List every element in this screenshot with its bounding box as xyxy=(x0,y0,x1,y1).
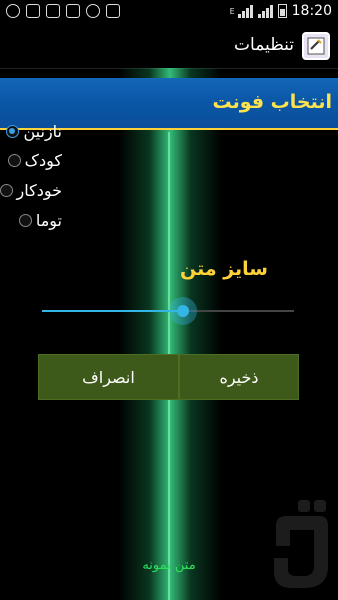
font-option-tooma[interactable]: توما xyxy=(18,207,62,233)
font-option-koodak[interactable]: کودک xyxy=(7,147,62,173)
app-logo-icon[interactable] xyxy=(302,32,330,60)
close-box-icon xyxy=(26,4,40,18)
radio-button[interactable] xyxy=(18,213,32,227)
signal-icon xyxy=(237,4,253,18)
font-option-label: توما xyxy=(35,210,62,230)
font-option-label: نازنین xyxy=(23,121,62,141)
alert-icon xyxy=(6,4,20,18)
font-option-khodkar[interactable]: خودکار xyxy=(0,177,62,203)
page-title: تنظیمات xyxy=(234,35,294,55)
image-icon xyxy=(46,4,60,18)
clock: 18:20 xyxy=(291,3,332,19)
font-option-nazanin[interactable]: نازنین xyxy=(6,118,62,144)
text-size-title: سایز متن xyxy=(179,258,268,280)
sync-icon xyxy=(86,4,100,18)
system-icons: E 18:20 xyxy=(230,3,332,19)
save-button[interactable]: ذخیره xyxy=(179,354,299,400)
text-size-slider[interactable] xyxy=(42,297,294,325)
battery-icon xyxy=(277,4,287,18)
notification-icons xyxy=(6,4,120,18)
cancel-button[interactable]: انصراف xyxy=(38,354,179,400)
image-icon xyxy=(66,4,80,18)
font-option-label: کودک xyxy=(24,150,62,170)
font-option-label: خودکار xyxy=(16,180,63,200)
play-store-icon xyxy=(106,4,120,18)
slider-thumb[interactable] xyxy=(169,297,198,325)
radio-button-checked[interactable] xyxy=(6,124,20,138)
font-section-title: انتخاب فونت xyxy=(212,91,332,113)
radio-button[interactable] xyxy=(7,153,21,167)
network-type-label: E xyxy=(229,6,235,16)
radio-button[interactable] xyxy=(0,183,13,197)
background-glow xyxy=(118,68,222,600)
watermark-logo-icon xyxy=(274,500,328,588)
slider-fill xyxy=(42,310,184,312)
signal-icon xyxy=(257,4,273,18)
action-bar: تنظیمات xyxy=(0,24,338,69)
status-bar: E 18:20 xyxy=(0,0,338,24)
